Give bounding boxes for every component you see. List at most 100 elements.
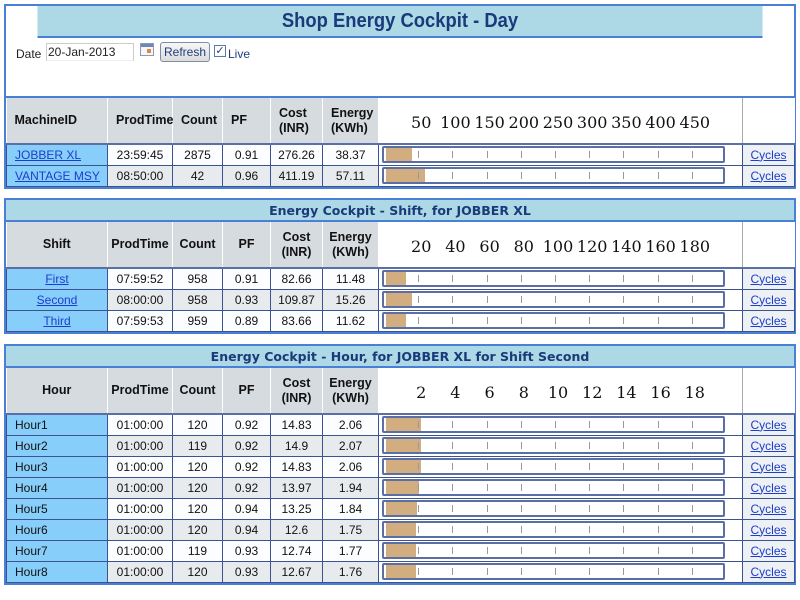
prodtime-cell: 01:00:00 bbox=[107, 434, 173, 457]
prodtime-cell: 01:00:00 bbox=[107, 476, 173, 499]
bar-tick bbox=[486, 484, 488, 491]
bar-tick bbox=[520, 442, 522, 449]
col-header-pf-label: PF bbox=[238, 383, 255, 397]
cycles-link[interactable]: Cycles bbox=[750, 544, 786, 558]
col-header-name: Hour bbox=[6, 368, 108, 415]
cycles-link[interactable]: Cycles bbox=[750, 460, 786, 474]
bar-tick bbox=[486, 296, 488, 303]
table-row: JOBBER XL 23:59:45 2875 0.91 276.26 38.37 Cycl… bbox=[6, 143, 795, 166]
bar-tick bbox=[452, 568, 454, 575]
bar-tick bbox=[589, 505, 591, 512]
bar-tick bbox=[555, 151, 556, 159]
col-header-energy-unit: (KWh) bbox=[331, 120, 368, 135]
pf-cell: 0.89 bbox=[222, 309, 271, 332]
bar-tick bbox=[589, 421, 591, 429]
bar-tick bbox=[555, 526, 556, 533]
cycles-link[interactable]: Cycles bbox=[750, 565, 786, 579]
energy-bar-fill bbox=[386, 293, 413, 306]
name-cell[interactable]: JOBBER XL bbox=[6, 143, 108, 166]
name-cell[interactable]: First bbox=[6, 267, 108, 290]
energy-bar-fill bbox=[386, 460, 422, 473]
machine-link[interactable]: VANTAGE MSY bbox=[15, 169, 100, 183]
shift-link[interactable]: Third bbox=[43, 314, 70, 328]
cycles-link[interactable]: Cycles bbox=[750, 272, 786, 286]
col-header-cost: Cost (INR) bbox=[270, 98, 323, 145]
col-header-count: Count bbox=[172, 368, 223, 415]
cycles-link[interactable]: Cycles bbox=[750, 314, 786, 328]
energy-bar-fill bbox=[386, 272, 406, 286]
live-checkbox[interactable]: ✓ bbox=[214, 45, 226, 57]
bar-tick bbox=[418, 526, 420, 533]
bar-tick bbox=[520, 463, 522, 470]
scale-label: 14 bbox=[616, 383, 637, 402]
cycles-link[interactable]: Cycles bbox=[750, 439, 786, 453]
bar-tick bbox=[452, 296, 454, 303]
shift-panel: Energy Cockpit - Shift, for JOBBER XL Sh… bbox=[4, 198, 796, 334]
bar-tick bbox=[691, 484, 693, 491]
cycles-link[interactable]: Cycles bbox=[750, 502, 786, 516]
bar-tick bbox=[691, 275, 693, 283]
table-row: Second 08:00:00 958 0.93 109.87 15.26 Cycles bbox=[6, 288, 795, 311]
scale-label: 4 bbox=[450, 383, 461, 402]
scale-label: 120 bbox=[576, 237, 608, 256]
bar-tick bbox=[452, 421, 454, 429]
cycles-link[interactable]: Cycles bbox=[750, 481, 786, 495]
bar-tick bbox=[589, 172, 591, 179]
cycles-link[interactable]: Cycles bbox=[750, 169, 786, 183]
col-header-name: MachineID bbox=[6, 98, 108, 145]
name-cell[interactable]: VANTAGE MSY bbox=[6, 164, 108, 187]
col-header-count: Count bbox=[172, 222, 223, 269]
calendar-icon[interactable] bbox=[140, 43, 154, 56]
page-title: Shop Energy Cockpit - Day bbox=[37, 6, 763, 38]
table-row: Hour7 01:00:00 119 0.93 12.74 1.77 Cycles bbox=[6, 539, 795, 562]
prodtime-cell: 01:00:00 bbox=[107, 497, 173, 520]
cycles-link[interactable]: Cycles bbox=[750, 418, 786, 432]
bar-tick bbox=[486, 421, 488, 429]
cycles-header bbox=[742, 98, 795, 145]
col-header-count-label: Count bbox=[179, 383, 216, 397]
energy-bar-track bbox=[382, 291, 725, 308]
bar-tick bbox=[657, 296, 659, 303]
bar-tick bbox=[623, 442, 625, 449]
table-row: Hour8 01:00:00 120 0.93 12.67 1.76 Cycles bbox=[6, 560, 795, 583]
cycles-cell: Cycles bbox=[742, 309, 795, 332]
name-cell[interactable]: Second bbox=[6, 288, 108, 311]
bar-tick bbox=[623, 172, 625, 179]
scale-label: 250 bbox=[542, 113, 574, 132]
shift-link[interactable]: First bbox=[45, 272, 68, 286]
scale-label: 140 bbox=[611, 237, 642, 256]
bar-tick bbox=[486, 547, 488, 554]
machine-link[interactable]: JOBBER XL bbox=[15, 148, 81, 162]
bar-tick bbox=[623, 547, 625, 554]
cycles-link[interactable]: Cycles bbox=[750, 523, 786, 537]
scale-label: 200 bbox=[508, 113, 540, 132]
bar-tick bbox=[555, 505, 556, 512]
name-cell[interactable]: Third bbox=[6, 309, 108, 332]
pf-cell: 0.93 bbox=[222, 288, 271, 311]
date-input[interactable] bbox=[46, 43, 134, 61]
bar-tick bbox=[657, 484, 659, 491]
energy-scale-header: 20 40 60 80 100 120 140 160 180 bbox=[378, 222, 743, 269]
shift-link[interactable]: Second bbox=[37, 293, 78, 307]
cycles-link[interactable]: Cycles bbox=[750, 148, 786, 162]
bar-tick bbox=[691, 421, 693, 429]
day-panel: Shop Energy Cockpit - Day Date Refresh ✓… bbox=[4, 4, 796, 189]
energy-bar-cell bbox=[378, 267, 743, 290]
bar-tick bbox=[691, 442, 693, 449]
refresh-button[interactable]: Refresh bbox=[160, 42, 210, 62]
bar-tick bbox=[657, 568, 659, 575]
energy-cell: 2.06 bbox=[322, 413, 379, 436]
prodtime-cell: 01:00:00 bbox=[107, 518, 173, 541]
scale-label: 2 bbox=[416, 383, 427, 402]
prodtime-cell: 01:00:00 bbox=[107, 413, 173, 436]
energy-cell: 1.76 bbox=[322, 560, 379, 583]
energy-cell: 11.62 bbox=[322, 309, 379, 332]
col-header-cost-unit: (INR) bbox=[279, 120, 309, 135]
cycles-cell: Cycles bbox=[742, 434, 795, 457]
name-cell: Hour8 bbox=[6, 560, 108, 583]
energy-bar-fill bbox=[386, 148, 413, 162]
energy-bar-cell bbox=[378, 560, 743, 583]
energy-cell: 1.77 bbox=[322, 539, 379, 562]
cycles-link[interactable]: Cycles bbox=[750, 293, 786, 307]
energy-bar-cell bbox=[378, 539, 743, 562]
